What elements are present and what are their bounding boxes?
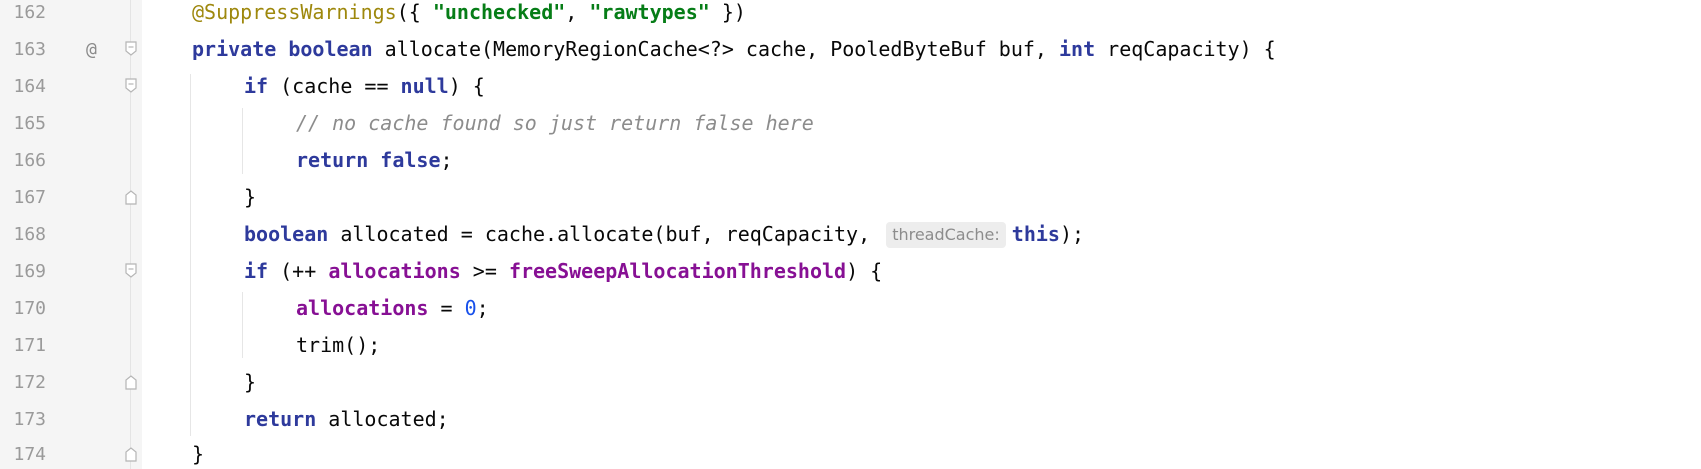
line-number: 170 [13, 298, 46, 319]
fold-end-icon[interactable] [125, 374, 137, 390]
code-line-164[interactable]: 164 if (cache == null) { [0, 68, 1701, 105]
code-text: return false; [296, 148, 453, 172]
code-text: trim(); [296, 333, 381, 357]
line-number: 171 [13, 335, 46, 356]
line-number: 173 [13, 409, 46, 430]
line-number: 162 [13, 2, 46, 23]
code-text: if (++ allocations >= freeSweepAllocatio… [244, 259, 883, 283]
line-number: 174 [13, 444, 46, 465]
line-number: 163 [13, 39, 46, 60]
code-text: if (cache == null) { [244, 74, 485, 98]
line-number: 169 [13, 261, 46, 282]
code-line-172[interactable]: 172 } [0, 364, 1701, 401]
code-text: allocations = 0; [296, 296, 489, 320]
code-text: private boolean allocate(MemoryRegionCac… [192, 37, 1276, 61]
code-line-174[interactable]: 174 } [0, 436, 1701, 469]
line-number: 172 [13, 372, 46, 393]
code-text: } [244, 370, 257, 394]
fold-open-icon[interactable] [125, 41, 137, 57]
code-text: return allocated; [244, 407, 449, 431]
fold-end-icon[interactable] [125, 189, 137, 205]
line-number: 168 [13, 224, 46, 245]
code-text: @SuppressWarnings({ "unchecked", "rawtyp… [192, 0, 746, 24]
line-number: 166 [13, 150, 46, 171]
code-line-163[interactable]: 163 @ private boolean allocate(MemoryReg… [0, 31, 1701, 68]
line-number: 167 [13, 187, 46, 208]
code-text: boolean allocated = cache.allocate(buf, … [244, 222, 1085, 248]
code-line-162[interactable]: 162 @SuppressWarnings({ "unchecked", "ra… [0, 0, 1701, 31]
code-line-166[interactable]: 166 return false; [0, 142, 1701, 179]
line-number: 164 [13, 76, 46, 97]
fold-end-icon[interactable] [125, 446, 137, 462]
fold-open-icon[interactable] [125, 78, 137, 94]
code-editor[interactable]: 162 @SuppressWarnings({ "unchecked", "ra… [0, 0, 1701, 469]
code-line-170[interactable]: 170 allocations = 0; [0, 290, 1701, 327]
fold-open-icon[interactable] [125, 263, 137, 279]
code-line-171[interactable]: 171 trim(); [0, 327, 1701, 364]
code-text: } [192, 442, 205, 466]
code-text: // no cache found so just return false h… [296, 111, 814, 135]
code-line-169[interactable]: 169 if (++ allocations >= freeSweepAlloc… [0, 253, 1701, 290]
parameter-hint: threadCache: [886, 222, 1006, 248]
code-line-168[interactable]: 168 boolean allocated = cache.allocate(b… [0, 216, 1701, 253]
code-text: } [244, 185, 257, 209]
code-line-173[interactable]: 173 return allocated; [0, 401, 1701, 438]
annotation-marker-icon[interactable]: @ [86, 31, 97, 68]
code-line-165[interactable]: 165 // no cache found so just return fal… [0, 105, 1701, 142]
code-line-167[interactable]: 167 } [0, 179, 1701, 216]
line-number: 165 [13, 113, 46, 134]
